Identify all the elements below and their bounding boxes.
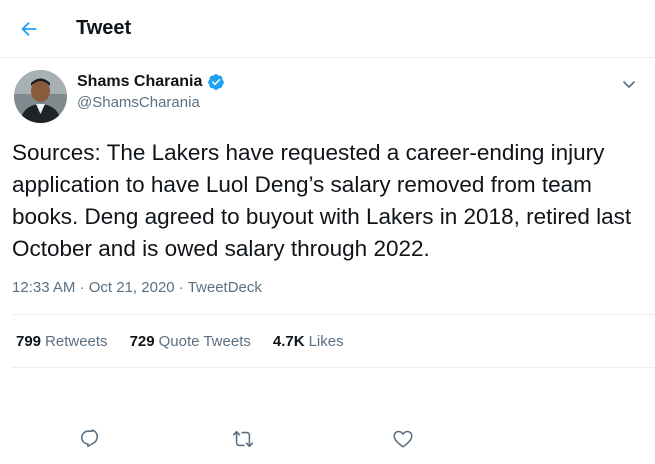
retweet-icon [232, 430, 254, 448]
chevron-down-icon [623, 81, 635, 88]
meta-separator-2: · [174, 279, 188, 296]
tweet-time[interactable]: 12:33 AM [12, 279, 75, 296]
retweets-count: 799 [16, 332, 42, 350]
like-button[interactable] [392, 428, 414, 450]
author-info: Shams Charania @ShamsCharania [77, 73, 225, 111]
tweet-date[interactable]: Oct 21, 2020 [89, 279, 175, 296]
retweets-label: Retweets [45, 332, 108, 350]
tweet-page: Tweet Shams Charania @ShamsCharania Sour… [0, 0, 655, 464]
meta-separator: · [75, 279, 89, 296]
name-line: Shams Charania [77, 73, 225, 91]
action-bar [0, 428, 655, 454]
likes-label: Likes [308, 332, 344, 350]
author-row: Shams Charania @ShamsCharania [0, 58, 655, 123]
user-handle[interactable]: @ShamsCharania [77, 94, 225, 111]
reply-icon [80, 429, 99, 448]
avatar[interactable] [14, 70, 67, 123]
retweet-button[interactable] [232, 428, 254, 450]
likes-count: 4.7K [272, 332, 305, 350]
display-name[interactable]: Shams Charania [77, 73, 202, 91]
tweet-meta: 12:33 AM · Oct 21, 2020 · TweetDeck [12, 279, 655, 296]
retweets-stat[interactable]: 799 Retweets [16, 333, 108, 350]
divider-bottom [12, 367, 655, 368]
quote-tweets-stat[interactable]: 729 Quote Tweets [130, 333, 251, 350]
likes-stat[interactable]: 4.7K Likes [273, 333, 344, 350]
quote-tweets-label: Quote Tweets [158, 332, 251, 350]
tweet-stats: 799 Retweets 729 Quote Tweets 4.7K Likes [16, 315, 655, 367]
quote-tweets-count: 729 [129, 332, 155, 350]
reply-button[interactable] [79, 428, 101, 450]
like-icon [393, 430, 413, 448]
more-options-button[interactable] [621, 76, 637, 92]
verified-badge-icon [208, 74, 225, 90]
top-bar: Tweet [0, 0, 655, 58]
back-arrow-icon [21, 21, 37, 36]
tweet-text: Sources: The Lakers have requested a car… [12, 140, 632, 261]
page-title: Tweet [76, 17, 132, 39]
back-button[interactable] [18, 18, 40, 40]
tweet-source[interactable]: TweetDeck [188, 279, 262, 296]
